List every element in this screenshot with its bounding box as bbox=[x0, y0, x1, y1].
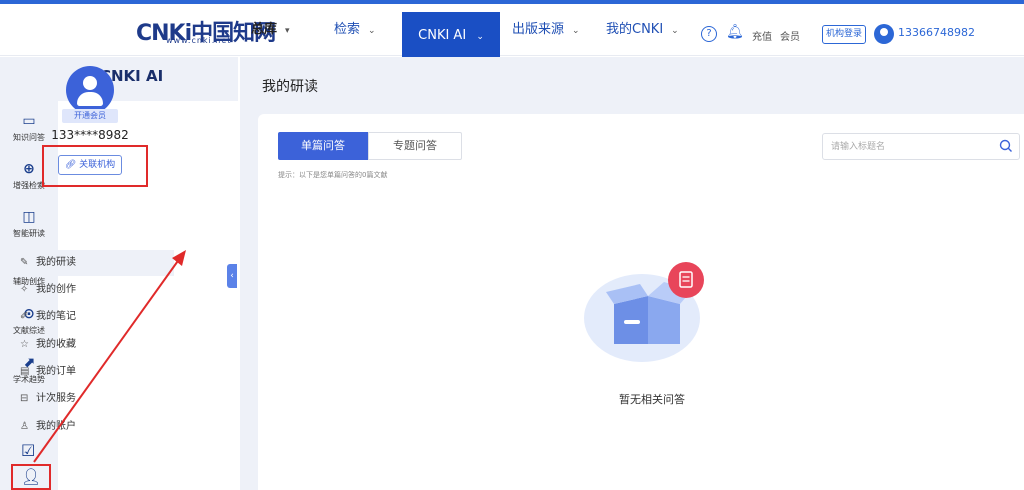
nav-publish-source[interactable]: 出版来源 ⌄ bbox=[512, 4, 580, 56]
feedback-icon[interactable]: ☑ bbox=[21, 441, 35, 460]
menu-item-label: 我的创作 bbox=[36, 284, 76, 295]
rail-item-label: 增强检索 bbox=[13, 181, 45, 190]
tab-topic-qa[interactable]: 专题问答 bbox=[368, 132, 462, 160]
menu-item-my-reading[interactable]: ✎ 我的研读 bbox=[12, 250, 174, 276]
collapse-panel-toggle[interactable]: ‹ bbox=[227, 264, 237, 288]
rail-item-smart-reading[interactable]: ◫ 智能研读 bbox=[0, 209, 58, 239]
menu-item-my-notes[interactable]: ✐ 我的笔记 bbox=[12, 304, 174, 330]
star-icon: ☆ bbox=[20, 339, 29, 350]
menu-item-label: 我的订单 bbox=[36, 366, 76, 377]
user-avatar-icon[interactable] bbox=[874, 24, 894, 44]
cnki-logo-url: www.cnki.net bbox=[166, 36, 232, 45]
nav-library-label: 总库 bbox=[251, 22, 278, 37]
open-member-badge[interactable]: 开通会员 bbox=[62, 109, 118, 123]
title-search-box bbox=[822, 133, 1020, 160]
top-navigation: CNKi中国知网 www.cnki.net 总库 ▾ 检索 ⌄ CNKI AI ⌄ … bbox=[0, 4, 1024, 60]
note-icon: ✐ bbox=[20, 311, 29, 322]
book-icon: ◫ bbox=[22, 209, 36, 225]
chevron-down-icon: ⌄ bbox=[368, 26, 376, 36]
chevron-down-icon: ⌄ bbox=[671, 26, 679, 36]
profile-avatar[interactable] bbox=[66, 66, 114, 114]
help-icon[interactable]: ? bbox=[701, 26, 717, 42]
link-org-button[interactable]: 🔗︎ 关联机构 bbox=[58, 155, 122, 175]
bell-icon[interactable]: 🔔︎ bbox=[726, 24, 744, 40]
link-icon: 🔗︎ bbox=[64, 160, 77, 170]
empty-box-illustration bbox=[584, 262, 704, 362]
nav-search[interactable]: 检索 ⌄ bbox=[334, 4, 376, 56]
page-title: 我的研读 bbox=[262, 79, 318, 95]
search-icon[interactable] bbox=[999, 139, 1013, 153]
hint-text: 提示：以下是您单篇问答的0篇文献 bbox=[278, 171, 388, 179]
menu-item-label: 我的笔记 bbox=[36, 311, 76, 322]
empty-state-text: 暂无相关问答 bbox=[619, 393, 685, 406]
title-search-input[interactable] bbox=[831, 138, 991, 156]
sparkle-icon: ✧ bbox=[20, 284, 29, 295]
search-plus-icon: ⊕ bbox=[23, 161, 35, 177]
nav-my-cnki-label: 我的CNKI bbox=[606, 22, 664, 37]
menu-item-label: 我的收藏 bbox=[36, 339, 76, 350]
user-phone[interactable]: 13366748982 bbox=[898, 26, 975, 39]
link-org-label: 关联机构 bbox=[79, 160, 116, 170]
highlight-box-user-center bbox=[11, 464, 51, 490]
avatar-body bbox=[77, 92, 103, 106]
menu-item-my-favorites[interactable]: ☆ 我的收藏 bbox=[12, 332, 174, 358]
org-login-button[interactable]: 机构登录 bbox=[822, 25, 866, 44]
recharge-link[interactable]: 充值 bbox=[752, 28, 772, 43]
rail-item-label: 智能研读 bbox=[13, 229, 45, 238]
tab-single-qa[interactable]: 单篇问答 bbox=[278, 132, 368, 160]
user-icon: ♙ bbox=[20, 421, 29, 432]
chevron-down-icon: ▾ bbox=[285, 26, 290, 36]
chevron-down-icon: ⌄ bbox=[572, 26, 580, 36]
nav-cnki-ai[interactable]: CNKI AI ⌄ bbox=[402, 12, 500, 60]
menu-item-my-creation[interactable]: ✧ 我的创作 bbox=[12, 277, 174, 303]
nav-my-cnki[interactable]: 我的CNKI ⌄ bbox=[606, 4, 679, 56]
nav-library[interactable]: 总库 ▾ bbox=[251, 4, 290, 56]
avatar-head bbox=[83, 76, 97, 90]
menu-item-label: 我的账户 bbox=[36, 421, 76, 432]
nav-cnki-ai-label: CNKI AI bbox=[418, 28, 467, 43]
order-icon: ▤ bbox=[20, 366, 30, 377]
edit-icon: ✎ bbox=[20, 257, 29, 268]
menu-item-my-account[interactable]: ♙ 我的账户 bbox=[12, 414, 174, 440]
member-link[interactable]: 会员 bbox=[780, 28, 800, 43]
menu-item-label: 我的研读 bbox=[36, 257, 76, 268]
chat-icon: ▭ bbox=[22, 113, 36, 129]
profile-phone: 133****8982 bbox=[51, 128, 129, 142]
chevron-down-icon: ⌄ bbox=[476, 32, 484, 42]
nav-publish-source-label: 出版来源 bbox=[512, 22, 565, 37]
menu-item-my-orders[interactable]: ▤ 我的订单 bbox=[12, 359, 174, 385]
nav-search-label: 检索 bbox=[334, 22, 361, 37]
